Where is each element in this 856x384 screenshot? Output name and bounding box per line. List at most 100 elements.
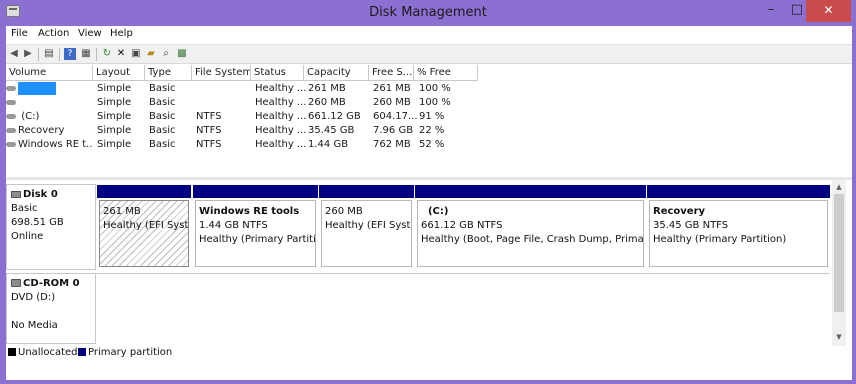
partition-body: 260 MB Healthy (EFI System: [321, 200, 412, 267]
percent-free-cell: 91 %: [419, 111, 445, 122]
delete-icon[interactable]: ✕: [115, 48, 127, 60]
find-icon[interactable]: ⌕: [160, 48, 172, 60]
partition-status: Healthy (Primary Partition): [653, 234, 787, 245]
free-space-cell: 7.96 GB: [373, 125, 414, 136]
partition-bar: [415, 185, 646, 198]
file-system-cell: NTFS: [196, 139, 222, 150]
column-header-volume[interactable]: Volume: [6, 65, 93, 81]
toolbar-separator: [59, 48, 60, 61]
selected-volume-highlight: [18, 82, 56, 95]
file-system-cell: NTFS: [196, 111, 222, 122]
disk-0-state: Online: [11, 231, 44, 242]
vertical-scrollbar[interactable]: ▲ ▼: [832, 180, 846, 346]
percent-free-cell: 52 %: [419, 139, 445, 150]
client-area: File Action View Help ◀ ▶ ▤ ? ▦ ↻ ✕ ▣ ▰ …: [6, 26, 852, 380]
menu-help[interactable]: Help: [110, 28, 133, 39]
window-title: Disk Management: [369, 5, 487, 20]
disk-0-label[interactable]: Disk 0 Basic 698.51 GB Online: [6, 184, 96, 270]
title-bar[interactable]: Disk Management – □ ✕: [0, 0, 856, 26]
cdrom-icon: [11, 279, 21, 287]
percent-free-cell: 100 %: [419, 97, 451, 108]
partition-body: Windows RE tools 1.44 GB NTFS Healthy (P…: [195, 200, 316, 267]
column-header-capacity[interactable]: Capacity: [304, 65, 369, 81]
partition-bar: [319, 185, 414, 198]
properties-icon[interactable]: ▣: [130, 48, 142, 60]
refresh-icon[interactable]: ↻: [101, 48, 113, 60]
volume-icon: [6, 86, 16, 91]
column-header-percent-free[interactable]: % Free: [414, 65, 478, 81]
column-header-status[interactable]: Status: [251, 65, 304, 81]
partition-name: (C:): [427, 206, 449, 217]
partition-body: 261 MB Healthy (EFI System: [99, 200, 189, 267]
volume-cell: [6, 82, 93, 96]
console-tree-icon[interactable]: ▤: [43, 48, 55, 60]
type-cell: Basic: [149, 111, 176, 122]
cdrom-0-name: CD-ROM 0: [23, 278, 80, 289]
free-space-cell: 261 MB: [373, 83, 411, 94]
status-cell: Healthy ...: [255, 125, 307, 136]
capacity-cell: 661.12 GB: [308, 111, 361, 122]
layout-cell: Simple: [97, 83, 132, 94]
partition-recovery[interactable]: Recovery 35.45 GB NTFS Healthy (Primary …: [647, 185, 830, 269]
volume-icon: [6, 141, 16, 147]
free-space-cell: 604.17...: [373, 111, 418, 122]
scroll-down-arrow-icon[interactable]: ▼: [834, 332, 844, 342]
partition-bar: [97, 185, 191, 198]
column-header-layout[interactable]: Layout: [93, 65, 145, 81]
status-cell: Healthy ...: [255, 97, 307, 108]
scrollbar-thumb[interactable]: [834, 194, 844, 312]
type-cell: Basic: [149, 83, 176, 94]
free-space-cell: 762 MB: [373, 139, 411, 150]
menu-file[interactable]: File: [11, 28, 28, 39]
column-header-file-system[interactable]: File System: [192, 65, 251, 81]
disk-icon: [11, 190, 21, 198]
partition-efi-1[interactable]: 261 MB Healthy (EFI System: [97, 185, 191, 269]
column-header-free-space[interactable]: Free S...: [369, 65, 414, 81]
partition-size: 1.44 GB NTFS: [199, 220, 268, 231]
toolbar: ◀ ▶ ▤ ? ▦ ↻ ✕ ▣ ▰ ⌕ ▩: [6, 44, 852, 64]
forward-arrow-icon[interactable]: ▶: [22, 48, 34, 60]
legend-item-primary: Primary partition: [78, 347, 172, 358]
toolbar-separator: [38, 48, 39, 61]
status-cell: Healthy ...: [255, 111, 307, 122]
unallocated-swatch: [8, 348, 16, 356]
cdrom-0-area[interactable]: [96, 273, 830, 344]
close-button[interactable]: ✕: [806, 0, 851, 22]
minimize-button[interactable]: –: [758, 0, 784, 22]
capacity-cell: 261 MB: [308, 83, 346, 94]
open-icon[interactable]: ▰: [145, 48, 157, 60]
partition-efi-2[interactable]: 260 MB Healthy (EFI System: [319, 185, 414, 269]
type-cell: Basic: [149, 139, 176, 150]
capacity-cell: 260 MB: [308, 97, 346, 108]
scroll-up-arrow-icon[interactable]: ▲: [834, 182, 844, 192]
menu-action[interactable]: Action: [38, 28, 69, 39]
percent-free-cell: 100 %: [419, 83, 451, 94]
capacity-cell: 35.45 GB: [308, 125, 355, 136]
details-icon[interactable]: ▦: [80, 48, 92, 60]
help-icon[interactable]: ?: [64, 48, 76, 60]
type-cell: Basic: [149, 97, 176, 108]
partition-name: Windows RE tools: [199, 206, 300, 217]
partition-body: Recovery 35.45 GB NTFS Healthy (Primary …: [649, 200, 828, 267]
status-cell: Healthy ...: [255, 139, 307, 150]
column-header-type[interactable]: Type: [145, 65, 192, 81]
partition-status: Healthy (EFI System: [103, 220, 189, 231]
legend: Unallocated Primary partition: [6, 346, 852, 360]
cdrom-0-label[interactable]: CD-ROM 0 DVD (D:) No Media: [6, 273, 96, 344]
partition-bar: [647, 185, 830, 198]
wizard-icon[interactable]: ▩: [176, 48, 188, 60]
disk-0-name: Disk 0: [23, 189, 58, 200]
volume-cell: (C:): [6, 110, 93, 124]
graphical-view: Disk 0 Basic 698.51 GB Online 261 MB Hea…: [6, 180, 852, 346]
layout-cell: Simple: [97, 125, 132, 136]
menu-view[interactable]: View: [78, 28, 102, 39]
menu-bar: File Action View Help: [6, 26, 852, 44]
legend-item-unallocated: Unallocated: [8, 347, 78, 358]
partition-windows-re-tools[interactable]: Windows RE tools 1.44 GB NTFS Healthy (P…: [193, 185, 318, 269]
volume-icon: [6, 127, 16, 133]
back-arrow-icon[interactable]: ◀: [8, 48, 20, 60]
layout-cell: Simple: [97, 111, 132, 122]
partition-c-drive[interactable]: (C:) 661.12 GB NTFS Healthy (Boot, Page …: [415, 185, 646, 269]
free-space-cell: 260 MB: [373, 97, 411, 108]
